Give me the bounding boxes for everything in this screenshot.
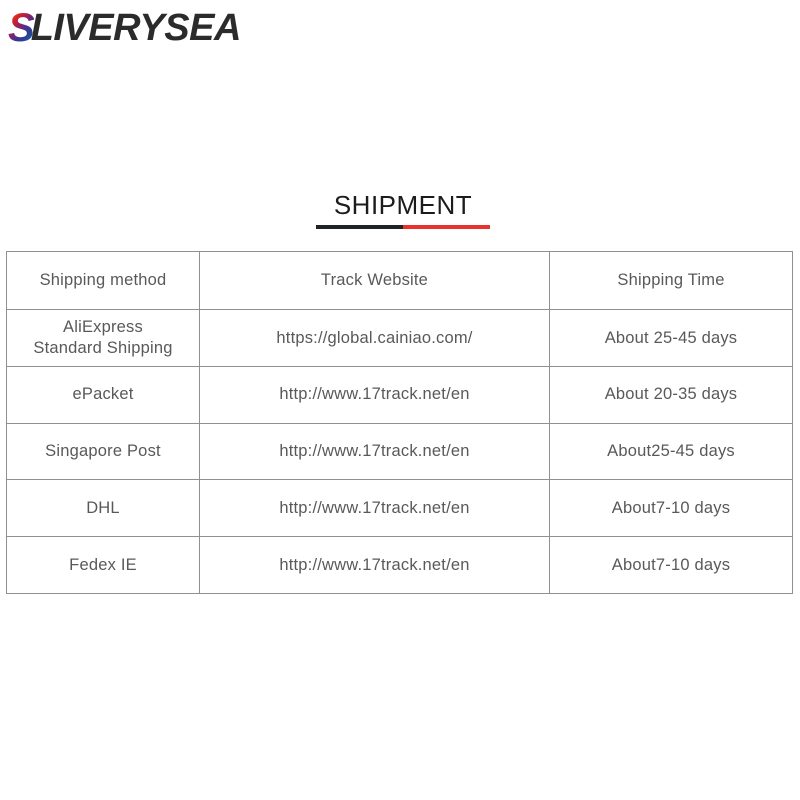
cell-track-website[interactable]: http://www.17track.net/en (199, 536, 550, 594)
cell-shipping-method: AliExpress Standard Shipping (6, 309, 200, 367)
brand-logo: S LIVERYSEA (8, 6, 241, 50)
table-row: Singapore Post http://www.17track.net/en… (6, 422, 793, 481)
cell-shipping-time: About25-45 days (549, 422, 793, 481)
header-track-website: Track Website (199, 251, 550, 310)
cell-track-website[interactable]: https://global.cainiao.com/ (199, 309, 550, 367)
shipment-heading-block: SHIPMENT (316, 190, 490, 230)
title-underline (316, 225, 490, 230)
logo-initial-letter: S (8, 6, 35, 50)
cell-shipping-method: DHL (6, 479, 200, 538)
table-row: Fedex IE http://www.17track.net/en About… (6, 536, 793, 594)
table-row: ePacket http://www.17track.net/en About … (6, 365, 793, 424)
header-shipping-method: Shipping method (6, 251, 200, 310)
cell-shipping-time: About 20-35 days (549, 365, 793, 424)
cell-shipping-method: Singapore Post (6, 422, 200, 481)
table-row: AliExpress Standard Shipping https://glo… (6, 309, 793, 367)
table-row: DHL http://www.17track.net/en About7-10 … (6, 479, 793, 538)
cell-shipping-method: Fedex IE (6, 536, 200, 594)
logo-wordmark: LIVERYSEA (30, 7, 242, 49)
cell-track-website[interactable]: http://www.17track.net/en (199, 479, 550, 538)
cell-shipping-time: About 25-45 days (549, 309, 793, 367)
page-title: SHIPMENT (333, 190, 473, 220)
shipment-table: Shipping method Track Website Shipping T… (6, 251, 793, 594)
cell-track-website[interactable]: http://www.17track.net/en (199, 422, 550, 481)
cell-shipping-time: About7-10 days (549, 479, 793, 538)
title-underline-left (316, 225, 403, 230)
header-shipping-time: Shipping Time (549, 251, 793, 310)
title-underline-right (403, 225, 490, 230)
cell-shipping-time: About7-10 days (549, 536, 793, 594)
cell-track-website[interactable]: http://www.17track.net/en (199, 365, 550, 424)
cell-shipping-method: ePacket (6, 365, 200, 424)
table-header-row: Shipping method Track Website Shipping T… (6, 251, 793, 310)
